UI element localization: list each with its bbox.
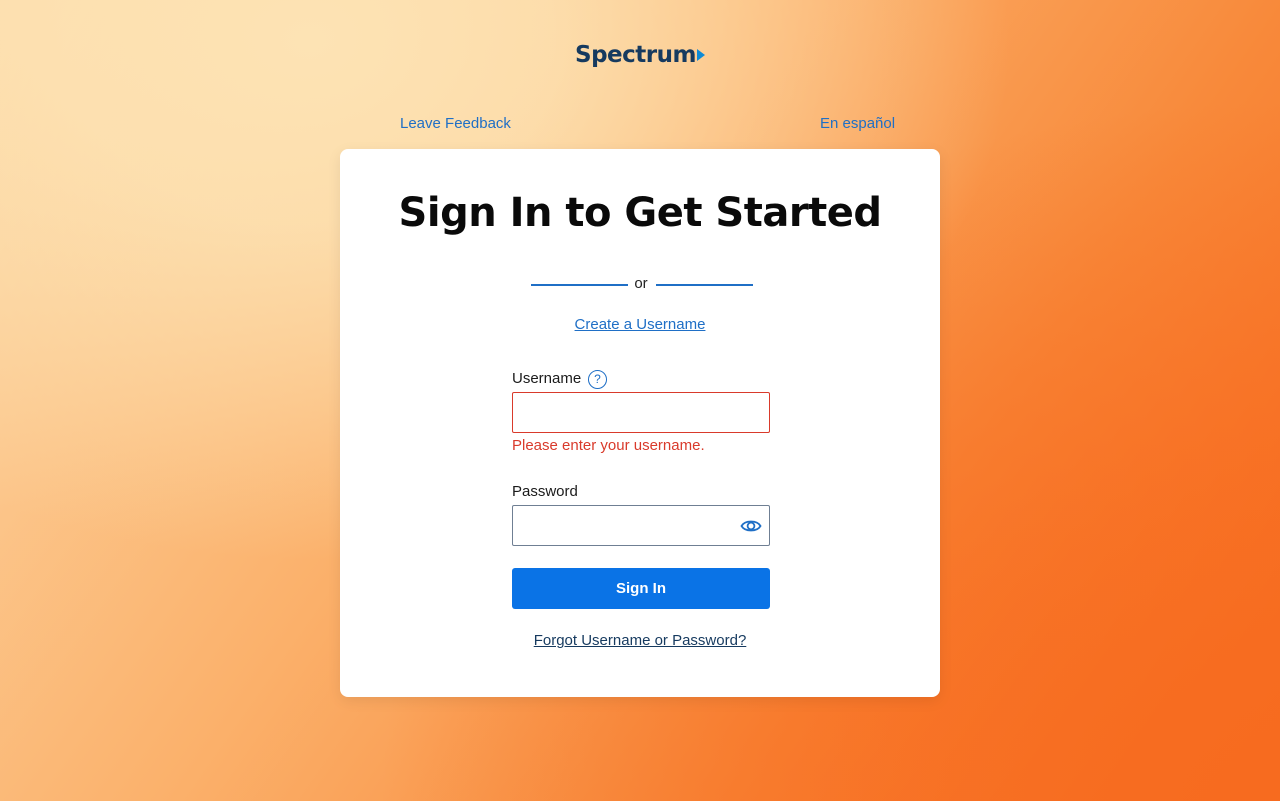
spectrum-logo[interactable]: Spectrum [0, 42, 1280, 68]
username-error-message: Please enter your username. [512, 437, 705, 454]
logo-text: Spectrum [575, 42, 696, 68]
eye-icon[interactable] [740, 516, 762, 536]
logo-arrow-icon [696, 49, 705, 61]
language-toggle-link[interactable]: En español [820, 115, 895, 132]
create-username-link[interactable]: Create a Username [0, 316, 1280, 333]
username-input[interactable] [512, 392, 770, 433]
password-input[interactable] [512, 505, 770, 546]
password-label: Password [512, 483, 578, 500]
username-label: Username [512, 370, 582, 387]
question-circle-icon[interactable]: ? [588, 370, 607, 389]
forgot-username-password-link[interactable]: Forgot Username or Password? [0, 632, 1280, 649]
divider-line-left [531, 284, 628, 286]
divider-line-right [656, 284, 753, 286]
sign-in-button[interactable]: Sign In [512, 568, 770, 609]
leave-feedback-link[interactable]: Leave Feedback [400, 115, 511, 132]
divider-or-text: or [634, 275, 648, 292]
page-title: Sign In to Get Started [398, 190, 882, 236]
